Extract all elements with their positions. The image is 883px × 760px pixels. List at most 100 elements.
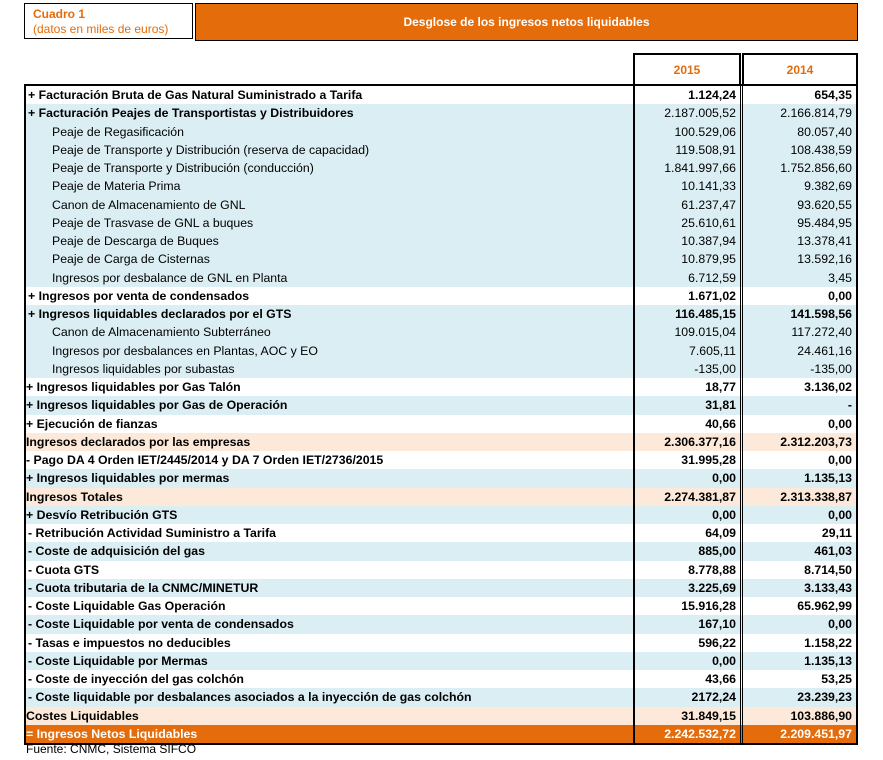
value-2015: 885,00 (633, 542, 741, 561)
value-2015: 0,00 (633, 651, 741, 670)
table-units: (datos en miles de euros) (33, 22, 169, 36)
value-2014: 13.592,16 (742, 250, 856, 269)
value-2015: 596,22 (633, 633, 741, 652)
row-label: Ingresos por desbalance de GNL en Planta (52, 270, 288, 285)
value-2014: 8.714,50 (742, 560, 856, 579)
table-row: Peaje de Carga de Cisternas 10.879,95 13.5… (26, 250, 856, 269)
value-2014: 9.382,69 (742, 177, 856, 196)
value-2014: 29,11 (742, 524, 856, 543)
table-row: Peaje de Trasvase de GNL a buques 25.610,… (26, 213, 856, 232)
table-row: - Coste de inyección del gas colchón 43,6… (26, 670, 856, 689)
row-label: + Facturación Peajes de Transportistas y… (28, 106, 354, 121)
value-2015: 167,10 (633, 615, 741, 634)
value-2014: 103.886,90 (742, 706, 856, 725)
value-2014: 0,00 (742, 286, 856, 305)
value-2015: 2172,24 (633, 688, 741, 707)
row-label: + Facturación Bruta de Gas Natural Sumin… (28, 88, 363, 102)
row-label: + Ejecución de fianzas (26, 416, 158, 431)
row-label: - Coste Liquidable por venta de condensa… (28, 617, 294, 632)
table-row: Ingresos Totales 2.274.381,87 2.313.338,87 (26, 487, 856, 506)
value-2015: 7.605,11 (633, 341, 741, 360)
value-2015: 0,00 (633, 505, 741, 524)
value-2014: 65.962,99 (742, 597, 856, 616)
value-2015: 43,66 (633, 670, 741, 689)
row-label: Peaje de Carga de Cisternas (52, 252, 210, 267)
table-row: Ingresos declarados por las empresas 2.30… (26, 432, 856, 451)
column-header-2014: 2014 (742, 53, 858, 84)
table-row: - Pago DA 4 Orden IET/2445/2014 y DA 7 O… (26, 451, 856, 470)
row-label: - Coste de adquisición del gas (28, 544, 205, 559)
row-label: - Coste de inyección del gas colchón (28, 672, 244, 686)
table-row: Canon de Almacenamiento de GNL 61.237,47 9… (26, 195, 856, 214)
value-2015: 25.610,61 (633, 213, 741, 232)
value-2015: 1.124,24 (633, 86, 741, 105)
value-2015: 31.849,15 (633, 706, 741, 725)
row-label: - Cuota GTS (28, 562, 100, 577)
table-row: Ingresos por desbalances en Plantas, AOC… (26, 341, 856, 360)
value-2014: - (742, 396, 856, 415)
value-2015: 10.387,94 (633, 232, 741, 251)
row-label: Canon de Almacenamiento Subterráneo (52, 325, 271, 340)
value-2015: -135,00 (633, 359, 741, 378)
value-2015: 100.529,06 (633, 122, 741, 141)
table-row: Peaje de Descarga de Buques 10.387,94 13.3… (26, 232, 856, 251)
row-label: - Tasas e impuestos no deducibles (28, 635, 231, 650)
value-2014: 3.136,02 (742, 378, 856, 397)
value-2015: 10.141,33 (633, 177, 741, 196)
table-row: Peaje de Materia Prima 10.141,33 9.382,69 (26, 177, 856, 196)
row-label: + Desvío Retribución GTS (26, 507, 178, 522)
value-2015: 10.879,95 (633, 250, 741, 269)
value-2014: 2.312.203,73 (742, 432, 856, 451)
table-row: - Cuota GTS 8.778,88 8.714,50 (26, 560, 856, 579)
table-row: - Coste Liquidable Gas Operación 15.916,2… (26, 597, 856, 616)
value-2014: 80.057,40 (742, 122, 856, 141)
table-row: - Coste liquidable por desbalances asoci… (26, 688, 856, 707)
value-2015: 2.306.377,16 (633, 432, 741, 451)
value-2014: 0,00 (742, 451, 856, 470)
table-row: + Ingresos por venta de condensados 1.671… (26, 286, 856, 305)
value-2014: 2.313.338,87 (742, 487, 856, 506)
row-label: Peaje de Transporte y Distribución (rese… (52, 142, 370, 157)
row-label: Ingresos Totales (26, 489, 123, 504)
value-2014: 654,35 (742, 86, 856, 105)
row-label: Peaje de Transporte y Distribución (cond… (52, 161, 314, 175)
table-row: - Coste de adquisición del gas 885,00 461,… (26, 542, 856, 561)
row-label: + Ingresos liquidables declarados por el… (28, 307, 292, 321)
value-2015: 64,09 (633, 524, 741, 543)
table-row: = Ingresos Netos Liquidables 2.242.532,72… (26, 724, 856, 743)
value-2014: 13.378,41 (742, 232, 856, 251)
row-label: Costes Liquidables (26, 708, 139, 723)
value-2015: 31.995,28 (633, 451, 741, 470)
table-row: - Coste Liquidable por Mermas 0,00 1.135,1… (26, 651, 856, 670)
table-row: Canon de Almacenamiento Subterráneo 109.0… (26, 323, 856, 342)
source-note: Fuente: CNMC, Sistema SIFCO (26, 742, 197, 756)
table-header: Cuadro 1 (datos en miles de euros) Desgl… (24, 3, 858, 41)
value-2014: 1.135,13 (742, 651, 856, 670)
row-label: Peaje de Materia Prima (52, 179, 181, 194)
row-label: - Coste Liquidable Gas Operación (28, 599, 226, 613)
value-2014: 117.272,40 (742, 323, 856, 342)
table-row: + Facturación Peajes de Transportistas y… (26, 104, 856, 123)
value-2014: 1.158,22 (742, 633, 856, 652)
value-2015: 31,81 (633, 396, 741, 415)
value-2014: 0,00 (742, 615, 856, 634)
value-2015: 61.237,47 (633, 195, 741, 214)
value-2014: 1.752.856,60 (742, 159, 856, 178)
value-2014: 461,03 (742, 542, 856, 561)
value-2014: -135,00 (742, 359, 856, 378)
row-label: + Ingresos por venta de condensados (28, 288, 250, 303)
value-2015: 116.485,15 (633, 305, 741, 324)
value-2014: 2.209.451,97 (742, 724, 856, 743)
table-row: - Retribución Actividad Suministro a Tar… (26, 524, 856, 543)
table-row: Ingresos liquidables por subastas -135,00… (26, 359, 856, 378)
value-2014: 53,25 (742, 670, 856, 689)
table-row: Ingresos por desbalance de GNL en Planta… (26, 268, 856, 287)
table-caption-box: Cuadro 1 (datos en miles de euros) (24, 3, 193, 39)
value-2014: 141.598,56 (742, 305, 856, 324)
row-label: Peaje de Regasificación (52, 124, 184, 139)
value-2015: 1.671,02 (633, 286, 741, 305)
table-row: - Coste Liquidable por venta de condensa… (26, 615, 856, 634)
row-label: + Ingresos liquidables por Gas Talón (26, 380, 241, 394)
value-2014: 93.620,55 (742, 195, 856, 214)
table-row: - Tasas e impuestos no deducibles 596,22 1… (26, 633, 856, 652)
